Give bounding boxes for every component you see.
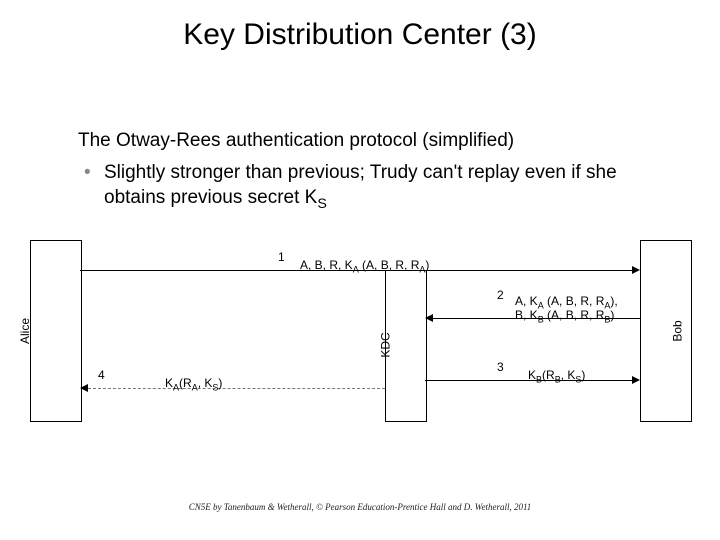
protocol-diagram: Alice KDC Bob 1 A, B, R, KA (A, B, R, RA… bbox=[10, 240, 710, 440]
msg1-num: 1 bbox=[278, 250, 285, 264]
msg2-text-line2: B, KB (A, B, R, RB) bbox=[515, 308, 614, 324]
arrow-3-head bbox=[632, 376, 640, 384]
bullet-item: • Slightly stronger than previous; Trudy… bbox=[78, 160, 658, 215]
alice-box bbox=[30, 240, 82, 422]
msg2-num: 2 bbox=[497, 288, 504, 302]
arrow-2-head bbox=[425, 314, 433, 322]
arrow-4-head bbox=[80, 384, 88, 392]
msg3-num: 3 bbox=[497, 360, 504, 374]
arrow-4-right bbox=[88, 388, 385, 389]
msg4-text: KA(RA, KS) bbox=[165, 376, 222, 392]
intro-line: The Otway-Rees authentication protocol (… bbox=[78, 128, 658, 154]
page-title: Key Distribution Center (3) bbox=[0, 18, 720, 52]
arrow-1-head bbox=[632, 266, 640, 274]
bob-label: Bob bbox=[671, 320, 685, 341]
alice-label: Alice bbox=[18, 318, 32, 344]
msg1-text: A, B, R, KA (A, B, R, RA) bbox=[300, 258, 429, 274]
slide: Key Distribution Center (3) The Otway-Re… bbox=[0, 0, 720, 540]
footer-citation: CN5E by Tanenbaum & Wetherall, © Pearson… bbox=[0, 502, 720, 512]
kdc-label: KDC bbox=[379, 332, 393, 357]
bullet-text: Slightly stronger than previous; Trudy c… bbox=[104, 160, 658, 215]
msg3-text: KB(RB, KS) bbox=[528, 368, 585, 384]
msg4-num: 4 bbox=[98, 368, 105, 382]
bullet-dot: • bbox=[78, 160, 104, 215]
body-text: The Otway-Rees authentication protocol (… bbox=[78, 128, 658, 214]
